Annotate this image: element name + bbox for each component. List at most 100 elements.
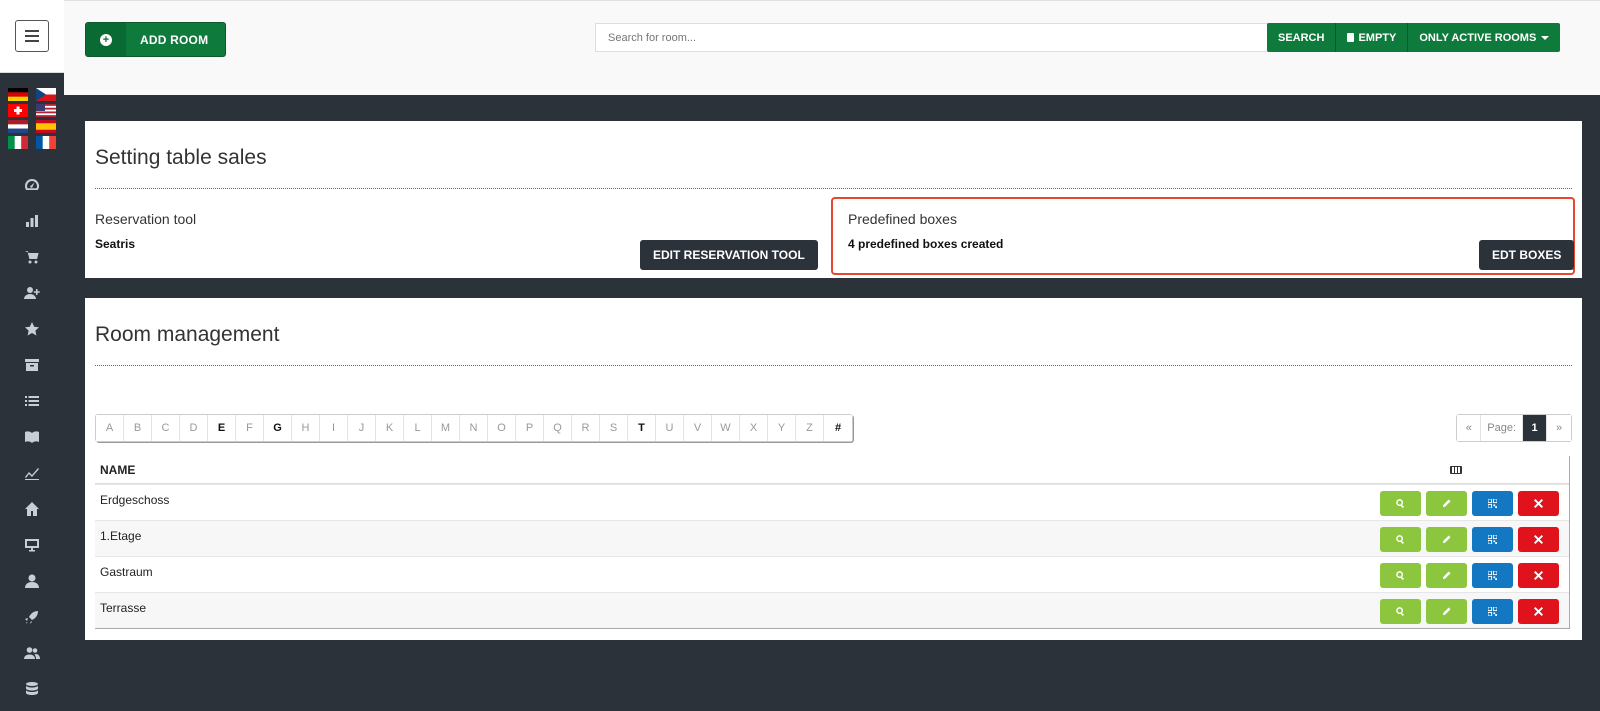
qr-code-button[interactable]: [1472, 563, 1513, 588]
star-icon[interactable]: [0, 311, 64, 347]
alphabet-letter[interactable]: M: [432, 415, 460, 441]
hamburger-line: [25, 30, 39, 32]
panel-title: Setting table sales: [95, 146, 267, 169]
room-name: Gastraum: [100, 565, 153, 579]
edit-boxes-button[interactable]: EDT BOXES: [1479, 240, 1575, 270]
alphabet-letter[interactable]: X: [740, 415, 768, 441]
archive-icon[interactable]: [0, 347, 64, 383]
edit-room-button[interactable]: [1426, 599, 1467, 624]
alphabet-letter[interactable]: C: [152, 415, 180, 441]
pager-prev[interactable]: «: [1457, 415, 1482, 441]
alphabet-letter[interactable]: Y: [768, 415, 796, 441]
empty-button-label: EMPTY: [1358, 31, 1397, 44]
highlight-box: [831, 197, 1575, 275]
alphabet-letter[interactable]: F: [236, 415, 264, 441]
view-room-button[interactable]: [1380, 599, 1421, 624]
view-room-button[interactable]: [1380, 563, 1421, 588]
germany-flag[interactable]: [8, 88, 28, 101]
alphabet-letter[interactable]: L: [404, 415, 432, 441]
predefined-boxes-label: Predefined boxes: [848, 211, 957, 227]
database-icon[interactable]: [0, 671, 64, 707]
netherlands-flag[interactable]: [8, 120, 28, 133]
sidebar-top: [0, 0, 64, 73]
bar-chart-icon[interactable]: [0, 203, 64, 239]
alphabet-letter[interactable]: W: [712, 415, 740, 441]
alphabet-letter[interactable]: U: [656, 415, 684, 441]
alphabet-letter[interactable]: N: [460, 415, 488, 441]
alphabet-letter[interactable]: H: [292, 415, 320, 441]
alphabet-letter[interactable]: Q: [544, 415, 572, 441]
search-button[interactable]: SEARCH: [1267, 23, 1337, 52]
table-sales-panel: Setting table sales Reservation tool Sea…: [85, 121, 1582, 278]
qr-code-icon: [1487, 531, 1498, 549]
cart-icon[interactable]: [0, 239, 64, 275]
add-room-button[interactable]: + ADD ROOM: [85, 22, 226, 57]
alphabet-letter[interactable]: G: [264, 415, 292, 441]
alphabet-letter[interactable]: J: [348, 415, 376, 441]
france-flag[interactable]: [36, 136, 56, 149]
empty-button[interactable]: EMPTY: [1336, 23, 1409, 52]
view-room-button[interactable]: [1380, 527, 1421, 552]
usa-flag[interactable]: [36, 104, 56, 117]
qr-code-button[interactable]: [1472, 599, 1513, 624]
alphabet-letter[interactable]: B: [124, 415, 152, 441]
czech-flag[interactable]: [36, 88, 56, 101]
search-input[interactable]: [595, 23, 1270, 52]
users-icon[interactable]: [0, 635, 64, 671]
qr-code-button[interactable]: [1472, 491, 1513, 516]
add-user-icon[interactable]: [0, 275, 64, 311]
qr-code-button[interactable]: [1472, 527, 1513, 552]
alphabet-letter[interactable]: R: [572, 415, 600, 441]
list-icon[interactable]: [0, 383, 64, 419]
monitor-icon[interactable]: [0, 527, 64, 563]
alphabet-letter[interactable]: #: [824, 415, 852, 441]
alphabet-letter[interactable]: S: [600, 415, 628, 441]
pencil-icon: [1442, 567, 1451, 585]
room-name: Erdgeschoss: [100, 493, 170, 507]
edit-room-button[interactable]: [1426, 491, 1467, 516]
spain-flag[interactable]: [36, 120, 56, 133]
alphabet-letter[interactable]: P: [516, 415, 544, 441]
alphabet-letter[interactable]: V: [684, 415, 712, 441]
filter-label: ONLY ACTIVE ROOMS: [1419, 31, 1537, 44]
alphabet-letter[interactable]: Z: [796, 415, 824, 441]
alphabet-letter[interactable]: O: [488, 415, 516, 441]
room-name: 1.Etage: [100, 529, 142, 543]
pager-current[interactable]: 1: [1523, 415, 1547, 441]
keyboard-icon: [1450, 465, 1462, 474]
user-icon[interactable]: [0, 563, 64, 599]
column-header-name[interactable]: NAME: [100, 463, 135, 477]
delete-room-button[interactable]: [1518, 563, 1559, 588]
alphabet-letter[interactable]: A: [96, 415, 124, 441]
panel-title: Room management: [95, 323, 280, 346]
sidebar-nav: [0, 167, 64, 707]
delete-room-button[interactable]: [1518, 527, 1559, 552]
reservation-tool-label: Reservation tool: [95, 211, 197, 227]
delete-room-button[interactable]: [1518, 599, 1559, 624]
alphabet-letter[interactable]: D: [180, 415, 208, 441]
dashboard-icon[interactable]: [0, 167, 64, 203]
alphabet-letter[interactable]: K: [376, 415, 404, 441]
line-chart-icon[interactable]: [0, 455, 64, 491]
table-row: Terrasse: [95, 592, 1569, 628]
view-room-button[interactable]: [1380, 491, 1421, 516]
rocket-icon[interactable]: [0, 599, 64, 635]
edit-reservation-tool-button[interactable]: EDIT RESERVATION TOOL: [640, 240, 818, 270]
table-row: Erdgeschoss: [95, 484, 1569, 520]
menu-toggle-button[interactable]: [15, 20, 49, 52]
caret-down-icon: [1541, 35, 1550, 40]
alphabet-letter[interactable]: T: [628, 415, 656, 441]
delete-room-button[interactable]: [1518, 491, 1559, 516]
hamburger-line: [25, 35, 39, 37]
alphabet-letter[interactable]: I: [320, 415, 348, 441]
italy-flag[interactable]: [8, 136, 28, 149]
active-rooms-filter-dropdown[interactable]: ONLY ACTIVE ROOMS: [1408, 23, 1561, 52]
home-icon[interactable]: [0, 491, 64, 527]
pager-next[interactable]: »: [1547, 415, 1571, 441]
edit-room-button[interactable]: [1426, 563, 1467, 588]
book-icon[interactable]: [0, 419, 64, 455]
row-actions: [1380, 521, 1569, 556]
edit-room-button[interactable]: [1426, 527, 1467, 552]
switzerland-flag[interactable]: [8, 104, 28, 117]
alphabet-letter[interactable]: E: [208, 415, 236, 441]
